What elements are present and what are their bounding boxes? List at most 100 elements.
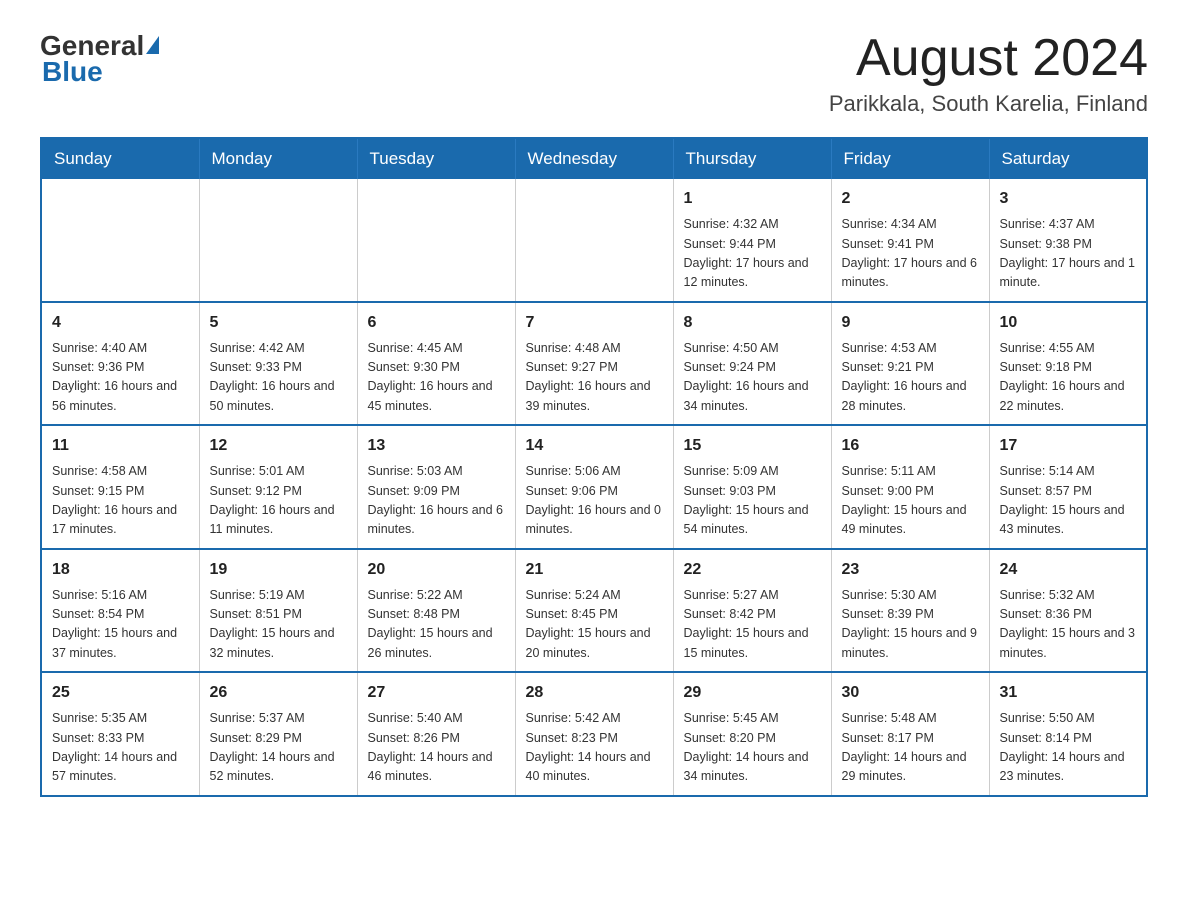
day-number: 22 [684,558,821,582]
calendar-cell: 23 Sunrise: 5:30 AMSunset: 8:39 PMDayligh… [831,549,989,673]
day-number: 4 [52,311,189,335]
calendar-cell: 1 Sunrise: 4:32 AMSunset: 9:44 PMDaylight… [673,179,831,302]
day-info: Sunrise: 5:03 AMSunset: 9:09 PMDaylight:… [368,462,505,540]
day-info: Sunrise: 5:11 AMSunset: 9:00 PMDaylight:… [842,462,979,540]
day-number: 23 [842,558,979,582]
day-number: 11 [52,434,189,458]
day-info: Sunrise: 5:27 AMSunset: 8:42 PMDaylight:… [684,586,821,664]
day-number: 28 [526,681,663,705]
day-number: 27 [368,681,505,705]
col-header-sunday: Sunday [41,138,199,179]
calendar-cell: 26Sunrise: 5:37 AMSunset: 8:29 PMDayligh… [199,672,357,796]
day-info: Sunrise: 5:19 AMSunset: 8:51 PMDaylight:… [210,586,347,664]
day-info: Sunrise: 5:35 AMSunset: 8:33 PMDaylight:… [52,709,189,787]
day-info: Sunrise: 5:24 AMSunset: 8:45 PMDaylight:… [526,586,663,664]
page-subtitle: Parikkala, South Karelia, Finland [829,91,1148,117]
calendar-cell: 12 Sunrise: 5:01 AMSunset: 9:12 PMDayligh… [199,425,357,549]
calendar-cell: 5 Sunrise: 4:42 AMSunset: 9:33 PMDaylight… [199,302,357,426]
calendar-cell: 18 Sunrise: 5:16 AMSunset: 8:54 PMDayligh… [41,549,199,673]
day-info: Sunrise: 4:58 AMSunset: 9:15 PMDaylight:… [52,462,189,540]
calendar-cell: 24 Sunrise: 5:32 AMSunset: 8:36 PMDayligh… [989,549,1147,673]
calendar-cell: 7Sunrise: 4:48 AMSunset: 9:27 PMDaylight… [515,302,673,426]
day-number: 21 [526,558,663,582]
day-number: 24 [1000,558,1137,582]
page-title: August 2024 [829,30,1148,87]
day-info: Sunrise: 5:45 AMSunset: 8:20 PMDaylight:… [684,709,821,787]
day-info: Sunrise: 4:45 AMSunset: 9:30 PMDaylight:… [368,339,505,417]
calendar-cell: 11 Sunrise: 4:58 AMSunset: 9:15 PMDayligh… [41,425,199,549]
day-info: Sunrise: 5:14 AMSunset: 8:57 PMDaylight:… [1000,462,1137,540]
day-info: Sunrise: 5:50 AMSunset: 8:14 PMDaylight:… [1000,709,1137,787]
calendar-cell: 4 Sunrise: 4:40 AMSunset: 9:36 PMDaylight… [41,302,199,426]
day-info: Sunrise: 5:01 AMSunset: 9:12 PMDaylight:… [210,462,347,540]
calendar-cell: 29Sunrise: 5:45 AMSunset: 8:20 PMDayligh… [673,672,831,796]
calendar-cell [41,179,199,302]
day-number: 6 [368,311,505,335]
day-info: Sunrise: 5:42 AMSunset: 8:23 PMDaylight:… [526,709,663,787]
logo-blue: Blue [42,56,103,88]
calendar-cell: 16Sunrise: 5:11 AMSunset: 9:00 PMDayligh… [831,425,989,549]
day-number: 3 [1000,187,1137,211]
day-info: Sunrise: 5:16 AMSunset: 8:54 PMDaylight:… [52,586,189,664]
day-info: Sunrise: 4:50 AMSunset: 9:24 PMDaylight:… [684,339,821,417]
col-header-saturday: Saturday [989,138,1147,179]
col-header-monday: Monday [199,138,357,179]
day-info: Sunrise: 5:09 AMSunset: 9:03 PMDaylight:… [684,462,821,540]
day-info: Sunrise: 4:32 AMSunset: 9:44 PMDaylight:… [684,215,821,293]
calendar-cell: 3 Sunrise: 4:37 AMSunset: 9:38 PMDaylight… [989,179,1147,302]
calendar-cell [515,179,673,302]
calendar-week-2: 4 Sunrise: 4:40 AMSunset: 9:36 PMDaylight… [41,302,1147,426]
day-info: Sunrise: 4:37 AMSunset: 9:38 PMDaylight:… [1000,215,1137,293]
day-number: 15 [684,434,821,458]
day-number: 9 [842,311,979,335]
col-header-tuesday: Tuesday [357,138,515,179]
calendar-cell: 2 Sunrise: 4:34 AMSunset: 9:41 PMDaylight… [831,179,989,302]
col-header-friday: Friday [831,138,989,179]
calendar-cell: 31 Sunrise: 5:50 AMSunset: 8:14 PMDayligh… [989,672,1147,796]
day-number: 31 [1000,681,1137,705]
day-number: 19 [210,558,347,582]
day-info: Sunrise: 5:06 AMSunset: 9:06 PMDaylight:… [526,462,663,540]
day-number: 1 [684,187,821,211]
calendar-table: SundayMondayTuesdayWednesdayThursdayFrid… [40,137,1148,797]
calendar-cell: 6 Sunrise: 4:45 AMSunset: 9:30 PMDaylight… [357,302,515,426]
calendar-header-row: SundayMondayTuesdayWednesdayThursdayFrid… [41,138,1147,179]
day-number: 18 [52,558,189,582]
calendar-week-1: 1 Sunrise: 4:32 AMSunset: 9:44 PMDaylight… [41,179,1147,302]
day-info: Sunrise: 5:30 AMSunset: 8:39 PMDaylight:… [842,586,979,664]
day-number: 2 [842,187,979,211]
logo: General Blue [40,30,159,88]
day-info: Sunrise: 4:40 AMSunset: 9:36 PMDaylight:… [52,339,189,417]
day-number: 8 [684,311,821,335]
title-block: August 2024 Parikkala, South Karelia, Fi… [829,30,1148,117]
page-header: General Blue August 2024 Parikkala, Sout… [40,30,1148,117]
col-header-thursday: Thursday [673,138,831,179]
day-info: Sunrise: 4:53 AMSunset: 9:21 PMDaylight:… [842,339,979,417]
day-info: Sunrise: 4:55 AMSunset: 9:18 PMDaylight:… [1000,339,1137,417]
day-info: Sunrise: 4:34 AMSunset: 9:41 PMDaylight:… [842,215,979,293]
day-number: 12 [210,434,347,458]
day-number: 7 [526,311,663,335]
calendar-cell: 15 Sunrise: 5:09 AMSunset: 9:03 PMDayligh… [673,425,831,549]
day-info: Sunrise: 4:42 AMSunset: 9:33 PMDaylight:… [210,339,347,417]
calendar-cell: 10Sunrise: 4:55 AMSunset: 9:18 PMDayligh… [989,302,1147,426]
day-info: Sunrise: 5:48 AMSunset: 8:17 PMDaylight:… [842,709,979,787]
day-info: Sunrise: 5:32 AMSunset: 8:36 PMDaylight:… [1000,586,1137,664]
calendar-cell [199,179,357,302]
calendar-cell: 13Sunrise: 5:03 AMSunset: 9:09 PMDayligh… [357,425,515,549]
calendar-week-3: 11 Sunrise: 4:58 AMSunset: 9:15 PMDayligh… [41,425,1147,549]
day-number: 20 [368,558,505,582]
calendar-cell: 14Sunrise: 5:06 AMSunset: 9:06 PMDayligh… [515,425,673,549]
day-info: Sunrise: 5:37 AMSunset: 8:29 PMDaylight:… [210,709,347,787]
calendar-cell: 8 Sunrise: 4:50 AMSunset: 9:24 PMDaylight… [673,302,831,426]
calendar-cell: 19 Sunrise: 5:19 AMSunset: 8:51 PMDayligh… [199,549,357,673]
day-info: Sunrise: 5:22 AMSunset: 8:48 PMDaylight:… [368,586,505,664]
calendar-cell: 30 Sunrise: 5:48 AMSunset: 8:17 PMDayligh… [831,672,989,796]
day-number: 30 [842,681,979,705]
calendar-cell: 28 Sunrise: 5:42 AMSunset: 8:23 PMDayligh… [515,672,673,796]
day-number: 25 [52,681,189,705]
calendar-cell: 9 Sunrise: 4:53 AMSunset: 9:21 PMDaylight… [831,302,989,426]
day-number: 5 [210,311,347,335]
calendar-cell [357,179,515,302]
calendar-week-5: 25 Sunrise: 5:35 AMSunset: 8:33 PMDayligh… [41,672,1147,796]
